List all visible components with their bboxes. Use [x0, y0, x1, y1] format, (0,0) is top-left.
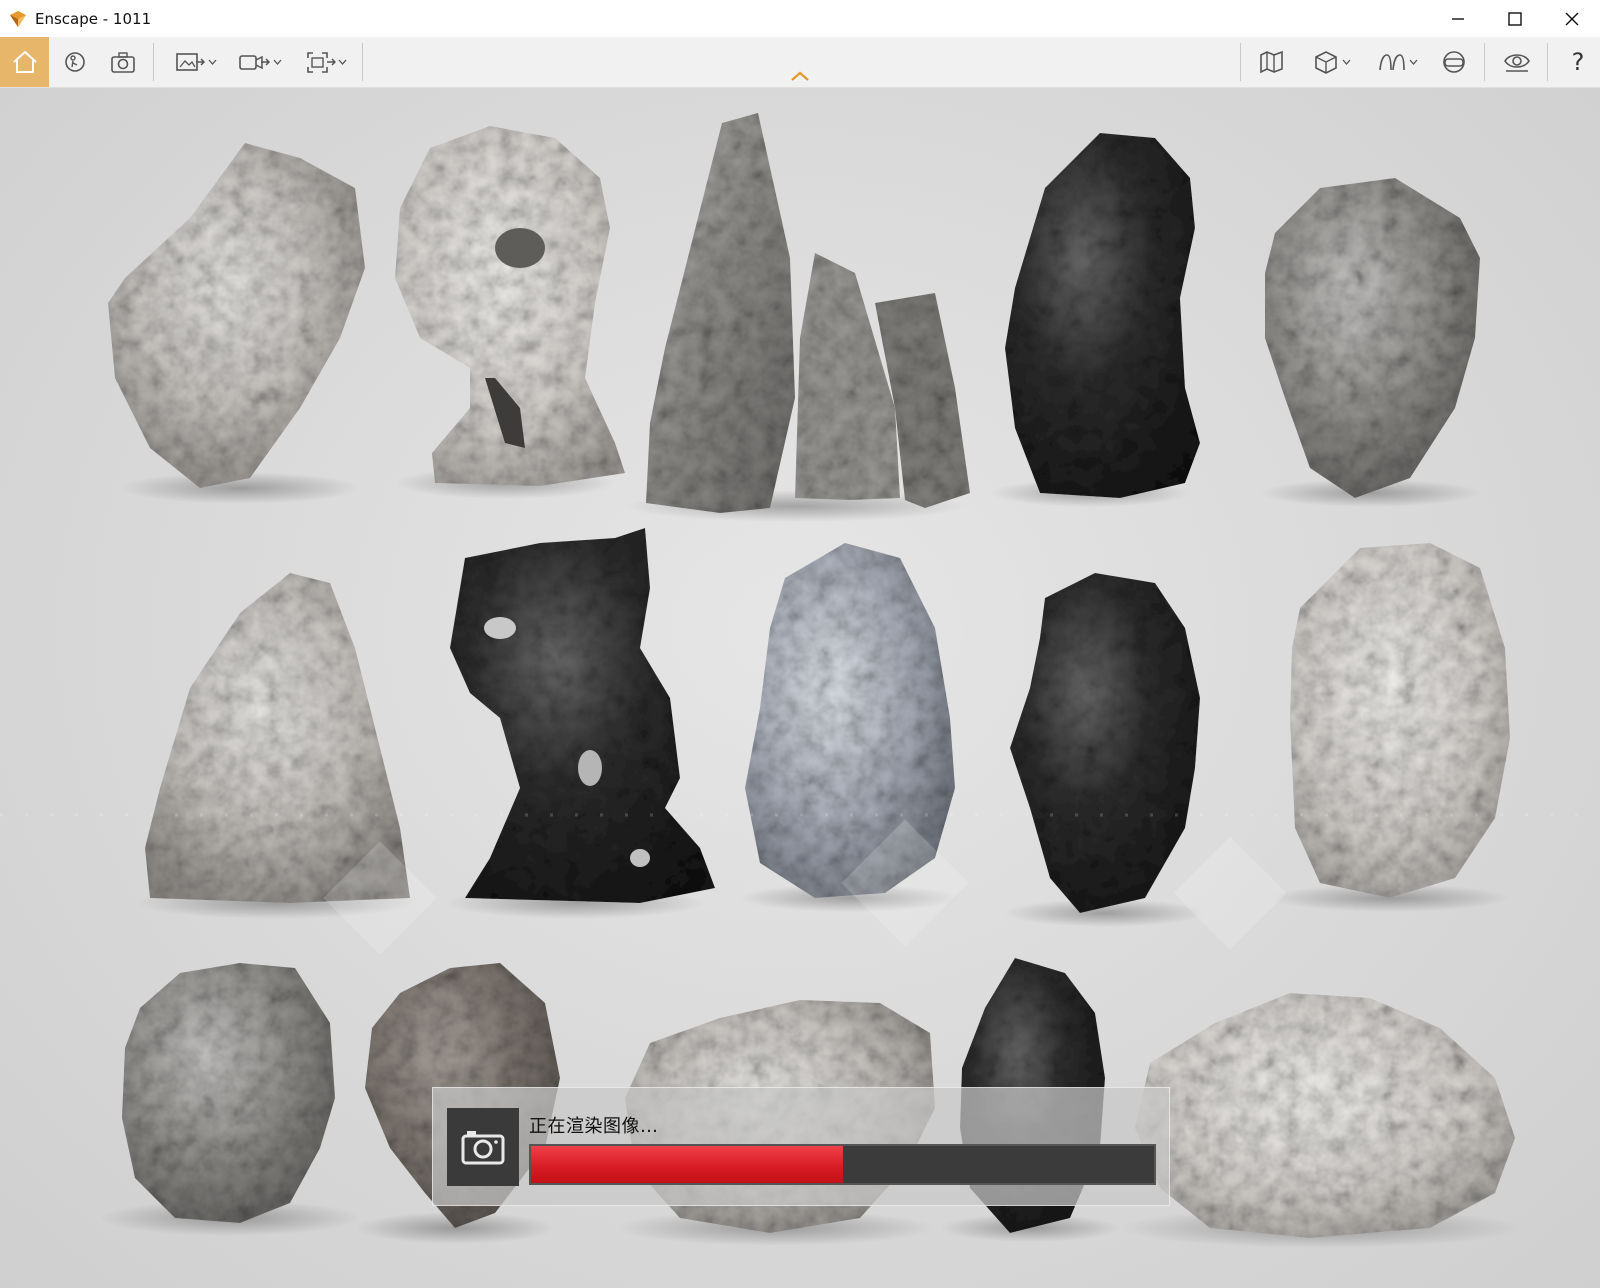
help-button[interactable]: ?	[1558, 37, 1598, 87]
rock-row-1	[108, 113, 1480, 522]
collapse-toolbar-button[interactable]	[782, 37, 818, 87]
chevron-down-icon	[338, 59, 346, 65]
toolbar-separator	[153, 43, 154, 81]
render-camera-tile	[447, 1108, 519, 1186]
views-icon	[1378, 54, 1405, 71]
chevron-up-icon	[791, 71, 809, 81]
chevron-down-icon	[208, 59, 216, 65]
render-status-text: 正在渲染图像…	[529, 1116, 659, 1137]
vr-headset-icon	[1443, 51, 1465, 73]
chevron-down-icon	[1409, 59, 1417, 65]
render-progress-bar	[529, 1144, 1156, 1185]
camera-settings-icon	[111, 52, 135, 73]
cube-icon	[1314, 51, 1337, 74]
maximize-button[interactable]	[1487, 0, 1543, 37]
toolbar-separator	[1484, 43, 1485, 81]
toolbar-separator	[1547, 43, 1548, 81]
toolbar-separator	[362, 43, 363, 81]
export-image-icon	[175, 53, 205, 71]
close-button[interactable]	[1544, 0, 1600, 37]
rock-row-2	[135, 528, 1510, 927]
visual-settings-button[interactable]	[1495, 37, 1539, 87]
home-button[interactable]	[0, 37, 49, 87]
maximize-icon	[1508, 11, 1522, 26]
map-button[interactable]	[1252, 37, 1292, 87]
render-progress-dialog: 正在渲染图像…	[432, 1087, 1170, 1206]
eye-icon	[1504, 54, 1530, 72]
chevron-down-icon	[273, 59, 281, 65]
batch-render-icon	[306, 52, 336, 73]
main-toolbar: ?	[0, 37, 1600, 88]
export-video-icon	[238, 55, 270, 70]
screenshot-settings-button[interactable]	[103, 37, 143, 87]
export-video-button[interactable]	[230, 37, 288, 87]
enscape-logo-icon	[10, 10, 26, 27]
render-progress-fill	[531, 1146, 843, 1183]
asset-library-button[interactable]	[1302, 37, 1360, 87]
export-image-button[interactable]	[166, 37, 224, 87]
views-button[interactable]	[1368, 37, 1426, 87]
close-icon	[1565, 12, 1579, 25]
navigation-mode-button[interactable]	[55, 37, 95, 87]
title-bar: Enscape - 1011	[0, 0, 1600, 37]
minimize-icon	[1452, 17, 1464, 20]
camera-icon	[461, 1131, 505, 1165]
chevron-down-icon	[1342, 59, 1350, 65]
walk-rotate-icon	[65, 52, 85, 72]
toolbar-separator	[1240, 43, 1241, 81]
render-viewport[interactable]: 正在渲染图像…	[0, 88, 1600, 1288]
window-title: Enscape - 1011	[35, 9, 152, 28]
map-icon	[1260, 50, 1283, 74]
batch-render-button[interactable]	[296, 37, 354, 87]
home-icon	[12, 50, 37, 73]
minimize-button[interactable]	[1430, 0, 1486, 37]
vr-headset-button[interactable]	[1434, 37, 1474, 87]
